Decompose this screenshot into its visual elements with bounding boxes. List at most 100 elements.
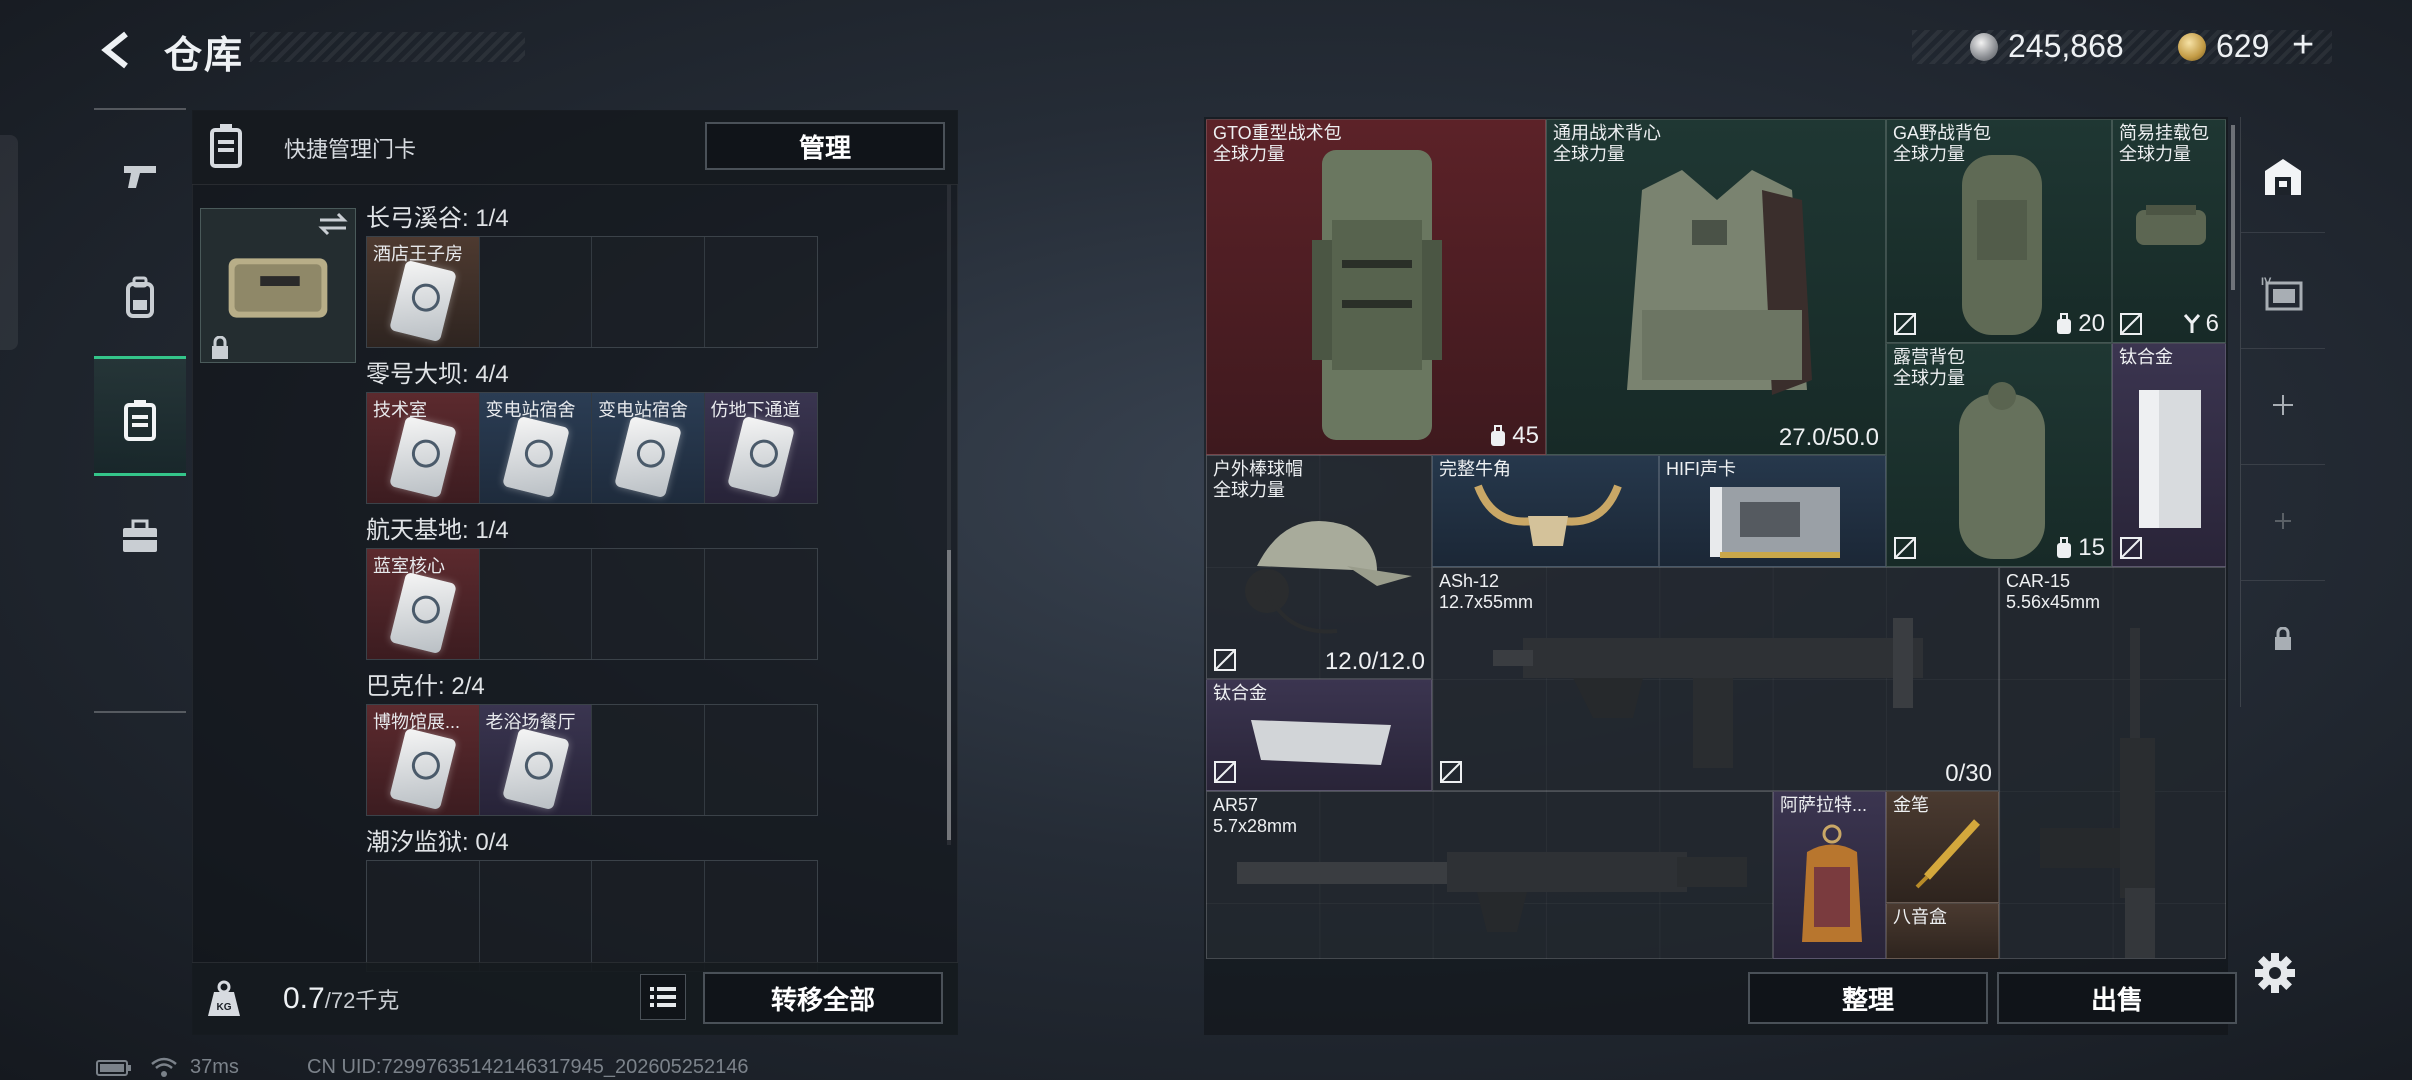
item-name: ASh-12 12.7x55mm <box>1439 571 1534 612</box>
keycard-slot[interactable]: 仿地下通道 <box>704 393 817 503</box>
edge-handle[interactable] <box>0 135 18 350</box>
camping-backpack-art <box>1959 382 2045 559</box>
inventory-item[interactable]: 钛合金 <box>1206 679 1432 791</box>
inventory-item[interactable]: 阿萨拉特... <box>1773 791 1886 959</box>
inventory-item[interactable]: ASh-12 12.7x55mm 0/30 <box>1432 567 1999 791</box>
keycard-case-icon <box>124 400 156 441</box>
tab-keycards[interactable] <box>94 356 186 476</box>
weight-icon: KG <box>206 978 242 1018</box>
storage-home-tab[interactable] <box>2241 117 2325 233</box>
empty-keycard-slot[interactable] <box>367 861 480 971</box>
inventory-item[interactable]: 露营背包 全球力量 15 <box>1886 343 2112 567</box>
keycard-icon <box>389 727 457 811</box>
empty-keycard-slot[interactable] <box>592 549 705 659</box>
item-ammo: 0/30 <box>1945 760 1992 787</box>
no-drop-icon <box>1894 537 1916 559</box>
settings-gear-icon[interactable] <box>2254 952 2296 994</box>
region-title: 航天基地: 1/4 <box>366 517 509 544</box>
item-durability: 27.0/50.0 <box>1778 424 1879 451</box>
empty-keycard-slot[interactable] <box>705 237 818 347</box>
empty-keycard-slot[interactable] <box>592 705 705 815</box>
keycard-icon <box>501 415 570 499</box>
horn-art <box>1474 484 1622 546</box>
baseball-cap-art <box>1245 521 1412 634</box>
locked-storage-slot[interactable] <box>2241 581 2325 697</box>
empty-keycard-slot[interactable] <box>705 705 818 815</box>
tab-backpacks[interactable] <box>94 236 186 356</box>
keycard-label: 蓝室核心 <box>373 556 445 576</box>
inventory-grid: GTO重型战术包 全球力量 45 通用战术背心 全球力量 27.0/50.0 GA野… <box>1206 119 2226 959</box>
keycard-slot[interactable]: 变电站宿舍 <box>592 393 705 503</box>
item-name: CAR-15 5.56x45mm <box>2006 571 2101 612</box>
lantern-art <box>1802 824 1862 942</box>
empty-keycard-slot[interactable] <box>480 237 592 347</box>
inventory-item[interactable]: HIFI声卡 <box>1659 455 1886 567</box>
item-name: 金笔 <box>1893 795 1929 815</box>
sell-button[interactable]: 出售 <box>1997 972 2237 1024</box>
add-storage-button-disabled[interactable] <box>2241 465 2325 581</box>
inventory-item[interactable]: GTO重型战术包 全球力量 45 <box>1206 119 1546 455</box>
item-name: 户外棒球帽 全球力量 <box>1213 459 1303 500</box>
hanger-icon <box>2183 314 2200 333</box>
category-tabs <box>94 108 186 713</box>
empty-keycard-slot[interactable] <box>705 549 818 659</box>
inventory-item[interactable]: 简易挂载包 全球力量 6 <box>2112 119 2226 343</box>
manage-button[interactable]: 管理 <box>705 122 945 170</box>
sort-button[interactable]: 整理 <box>1748 972 1988 1024</box>
keycard-slot-row: 酒店王子房 <box>366 236 818 348</box>
inventory-item[interactable]: GA野战背包 全球力量 20 <box>1886 119 2112 343</box>
list-view-button[interactable] <box>640 974 686 1020</box>
keycard-slot[interactable]: 蓝室核心 <box>367 549 480 659</box>
inventory-item[interactable]: 户外棒球帽 全球力量 12.0/12.0 <box>1206 455 1432 679</box>
wifi-icon <box>150 1056 178 1078</box>
keycard-slot[interactable]: 老浴场餐厅 <box>479 705 592 815</box>
inventory-item[interactable]: AR57 5.7x28mm <box>1206 791 1773 959</box>
backpack-icon <box>126 276 154 318</box>
backpack-capacity-icon <box>2057 537 2072 558</box>
add-storage-button[interactable] <box>2241 349 2325 465</box>
inventory-item[interactable]: 钛合金 <box>2112 343 2226 567</box>
tab-toolbox[interactable] <box>94 476 186 596</box>
keycard-slot[interactable]: 技术室 <box>367 393 480 503</box>
empty-keycard-slot[interactable] <box>592 237 705 347</box>
item-name: 钛合金 <box>2119 347 2173 367</box>
title-decoration <box>250 32 525 62</box>
no-drop-icon <box>1894 313 1916 335</box>
silver-coin-icon <box>1970 33 1998 61</box>
empty-keycard-slot[interactable] <box>592 861 705 971</box>
inventory-item[interactable]: 金笔 <box>1886 791 1999 903</box>
keycard-slot[interactable]: 酒店王子房 <box>367 237 480 347</box>
keycard-label: 老浴场餐厅 <box>485 712 576 732</box>
inventory-item[interactable]: 八音盒 <box>1886 903 1999 959</box>
sound-card-art <box>1710 487 1840 558</box>
page-title: 仓库 <box>164 35 245 77</box>
add-currency-button[interactable]: + <box>2292 24 2314 67</box>
tab-weapons[interactable] <box>94 116 186 236</box>
keycard-label: 变电站宿舍 <box>485 400 576 420</box>
inventory-item[interactable]: 通用战术背心 全球力量 27.0/50.0 <box>1546 119 1886 455</box>
player-uid: CN UID:72997635142146317945_202605252146 <box>307 1056 749 1078</box>
keycard-slot[interactable]: 博物馆展... <box>367 705 480 815</box>
backpack-capacity-icon <box>1491 425 1506 446</box>
keycard-icon <box>389 259 457 343</box>
keycard-scrollbar-thumb[interactable] <box>947 550 951 840</box>
empty-keycard-slot[interactable] <box>705 861 818 971</box>
transfer-all-button[interactable]: 转移全部 <box>703 972 943 1024</box>
storage-expansion-tab[interactable]: IV <box>2241 233 2325 349</box>
region-title: 潮汐监狱: 0/4 <box>366 829 509 856</box>
keycard-label: 技术室 <box>373 400 427 420</box>
inventory-item[interactable]: CAR-15 5.56x45mm <box>1999 567 2226 959</box>
storage-box-icon: IV <box>2261 276 2303 311</box>
lock-icon <box>2275 627 2291 650</box>
weight-value: 0.7 <box>283 982 325 1015</box>
keycard-slot[interactable]: 变电站宿舍 <box>479 393 592 503</box>
back-arrow-icon[interactable] <box>96 30 136 70</box>
keycard-panel-title: 快捷管理门卡 <box>284 137 417 162</box>
item-name: 阿萨拉特... <box>1780 795 1868 815</box>
empty-keycard-slot[interactable] <box>480 861 592 971</box>
empty-keycard-slot[interactable] <box>480 549 592 659</box>
inventory-scrollbar[interactable] <box>2231 125 2235 290</box>
swap-icon[interactable] <box>316 210 350 238</box>
inventory-item[interactable]: 完整牛角 <box>1432 455 1659 567</box>
keycard-icon <box>726 415 795 499</box>
